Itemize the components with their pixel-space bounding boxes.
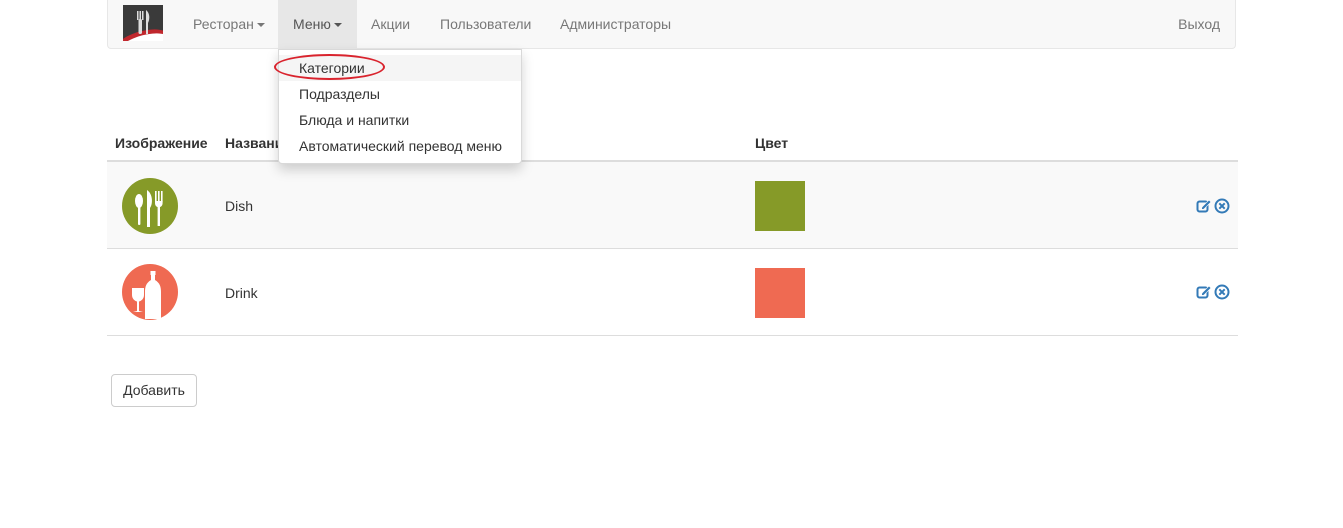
color-swatch	[755, 181, 805, 231]
add-button[interactable]: Добавить	[111, 374, 197, 407]
logout-label: Выход	[1178, 16, 1220, 32]
dropdown-item-dishes-drinks[interactable]: Блюда и напитки	[279, 107, 521, 133]
drink-bottle-glass-icon	[122, 264, 178, 320]
color-swatch	[755, 268, 805, 318]
header-name: Названи	[225, 135, 284, 151]
dropdown-item-auto-translate[interactable]: Автоматический перевод меню	[279, 133, 521, 159]
top-navbar: Ресторан Меню Акции Пользователи Админис…	[107, 0, 1236, 49]
caret-down-icon	[333, 23, 342, 28]
table-row: Dish	[107, 162, 1238, 249]
nav-promotions-label: Акции	[371, 16, 411, 32]
nav-menu-label: Меню	[293, 16, 331, 32]
logout-link[interactable]: Выход	[1163, 0, 1235, 48]
menu-dropdown: Категории Подразделы Блюда и напитки Авт…	[278, 49, 522, 164]
header-image: Изображение	[115, 135, 208, 151]
table-row: Drink	[107, 249, 1238, 336]
caret-down-icon	[256, 23, 265, 28]
restaurant-logo-icon[interactable]	[123, 5, 163, 41]
category-name: Drink	[225, 285, 258, 301]
nav-menu[interactable]: Меню	[278, 0, 357, 48]
nav-restaurant[interactable]: Ресторан	[178, 0, 280, 48]
table-header: Изображение Названи Цвет	[107, 125, 1238, 162]
nav-administrators-label: Администраторы	[560, 16, 672, 32]
row-actions	[1196, 198, 1230, 214]
delete-icon[interactable]	[1214, 198, 1230, 214]
dropdown-item-categories[interactable]: Категории	[279, 55, 521, 81]
nav-restaurant-label: Ресторан	[193, 16, 254, 32]
nav-administrators[interactable]: Администраторы	[545, 0, 686, 48]
edit-icon[interactable]	[1196, 198, 1212, 214]
category-name: Dish	[225, 198, 254, 214]
row-actions	[1196, 284, 1230, 300]
dish-cutlery-icon	[122, 178, 178, 234]
dropdown-item-subsections[interactable]: Подразделы	[279, 81, 521, 107]
delete-icon[interactable]	[1214, 284, 1230, 300]
edit-icon[interactable]	[1196, 284, 1212, 300]
header-color: Цвет	[755, 135, 789, 151]
nav-users[interactable]: Пользователи	[425, 0, 546, 48]
nav-users-label: Пользователи	[440, 16, 532, 32]
nav-promotions[interactable]: Акции	[356, 0, 425, 48]
